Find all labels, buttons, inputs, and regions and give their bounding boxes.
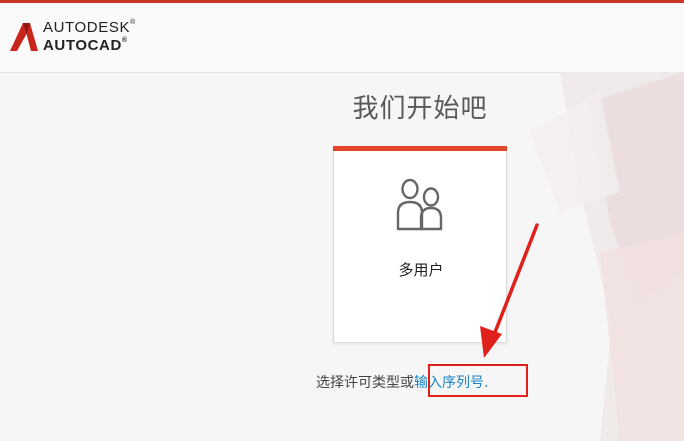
header-bar: AUTODESK® AUTOCAD® bbox=[0, 3, 684, 73]
multi-user-icon bbox=[396, 178, 443, 231]
brand-line1: AUTODESK bbox=[43, 19, 131, 36]
brand-line2: AUTOCAD bbox=[43, 37, 122, 54]
annotation-arrow-icon bbox=[480, 223, 539, 358]
prompt-text: 选择许可类型或 bbox=[316, 375, 414, 391]
brand-wordmark: AUTODESK® AUTOCAD® bbox=[43, 19, 136, 54]
registered-mark: ® bbox=[130, 19, 136, 26]
annotation-highlight-box bbox=[428, 364, 528, 397]
registered-mark-2: ® bbox=[121, 37, 128, 44]
autodesk-a-logo-icon bbox=[10, 23, 38, 51]
card-accent-bar bbox=[333, 146, 507, 151]
page-title: 我们开始吧 bbox=[352, 94, 488, 124]
